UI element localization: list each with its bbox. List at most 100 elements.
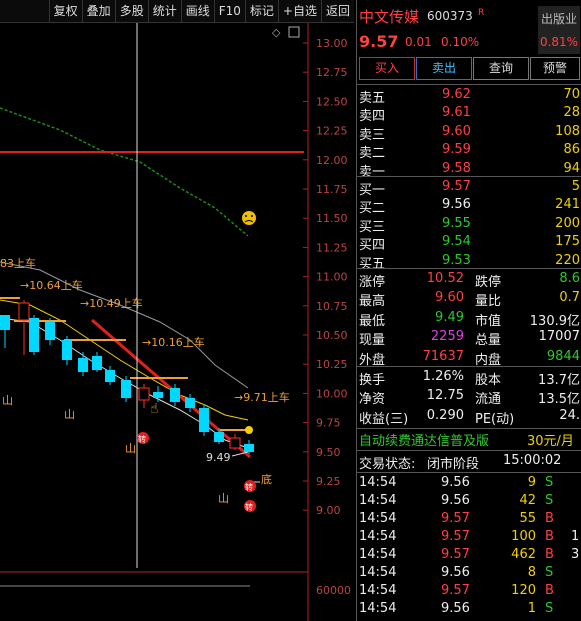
toolbar-draw-line[interactable]: 画线 [180,0,214,22]
level-volume: 70 [563,87,580,102]
tick-row: 14:54 9.56 9 S [357,475,581,493]
level-volume: 200 [555,215,580,231]
orderbook-row[interactable]: 买四 9.54 175 [357,234,581,254]
chart-toolbar: 复权 叠加 多股 统计 画线 F10 标记 +自选 返回 [0,0,354,23]
stat-key: 市值 [475,313,502,329]
level-price: 9.59 [442,142,471,158]
y-tick-label: 10.25 [316,358,348,371]
promo-price[interactable]: 30元/月 [527,430,574,449]
candle-body [138,387,150,401]
toolbar-add-watchlist[interactable]: +自选 [277,0,321,22]
toolbar-restore-rights[interactable]: 复权 [48,0,82,22]
stat-key: 涨停 [359,275,386,290]
tick-count: 3 [571,547,580,562]
toolbar-overlay[interactable]: 叠加 [81,0,115,22]
sell-button[interactable]: 卖出 [416,57,472,80]
divider [357,366,581,367]
stat-key: 外盘 [359,352,386,368]
y-tick-label: 12.00 [316,154,348,167]
toolbar-back[interactable]: 返回 [320,0,354,22]
stat-value: 13.7亿 [538,373,580,388]
stat-row: 现量 2259 总量 17007 [357,329,581,348]
orderbook-row[interactable]: 卖五 9.62 70 [357,87,581,106]
sad-face-icon [242,211,256,225]
stat-key: 收益(三) [359,411,409,427]
volume-axis-tick: 60000 [316,584,351,597]
y-tick-label: 11.25 [316,241,348,254]
stat-row: 换手 1.26% 股本 13.7亿 [357,369,581,388]
industry-box[interactable]: 出版业 0.81% [538,6,580,54]
stock-code: 600373 [427,9,473,23]
orderbook-row[interactable]: 买一 9.57 5 [357,179,581,198]
stat-key: 量比 [475,294,502,310]
level-volume: 28 [563,105,580,121]
toolbar-statistics[interactable]: 统计 [147,0,181,22]
level-volume: 220 [555,252,580,268]
level-label: 买一 [359,183,386,198]
level-price: 9.57 [442,179,471,194]
level-volume: 108 [555,123,580,139]
kline-chart[interactable]: ◇ 13.00 12.75 12.50 12.25 12.00 11.75 11.50 11.… [0,23,354,621]
level-label: 买二 [359,201,386,217]
tick-price: 9.56 [441,493,470,508]
tick-volume: 100 [511,529,536,544]
orderbook-row[interactable]: 卖四 9.61 28 [357,105,581,125]
level-label: 卖二 [359,146,386,162]
buy-button[interactable]: 买入 [359,57,415,80]
orderbook-row[interactable]: 买三 9.55 200 [357,215,581,235]
tick-time: 14:54 [359,601,397,616]
last-price: 9.57 [359,32,399,51]
tick-volume: 8 [527,565,536,580]
toolbar-multi-stock[interactable]: 多股 [114,0,148,22]
level-price: 9.54 [442,234,471,250]
entry-marker [245,426,253,434]
candle-body [105,370,115,382]
level-label: 买四 [359,238,386,254]
tick-price: 9.56 [441,601,470,616]
sad-face-eye-left [245,215,247,217]
query-button[interactable]: 查询 [473,57,529,80]
tick-price: 9.57 [441,583,470,598]
tick-side: B [545,529,554,544]
tick-time: 14:54 [359,475,397,490]
tick-volume: 120 [511,583,536,598]
tick-time: 14:54 [359,583,397,598]
candles [0,300,254,454]
divider [357,472,581,473]
tick-price: 9.57 [441,529,470,544]
level-price: 9.62 [442,87,471,102]
diamond-icon[interactable]: ◇ [272,26,281,39]
alert-button[interactable]: 预警 [530,57,580,80]
promo-text[interactable]: 自动续费通达信普及版 [359,430,489,449]
orderbook-row[interactable]: 卖二 9.59 86 [357,142,581,162]
level-label: 卖四 [359,109,386,125]
tick-time: 14:54 [359,529,397,544]
level-price: 9.55 [442,215,471,231]
expand-icon[interactable] [288,26,300,38]
tick-side: B [545,583,554,598]
divider [357,450,581,451]
toolbar-mark[interactable]: 标记 [244,0,278,22]
tick-side: S [545,565,554,580]
tick-count: 1 [571,529,580,544]
stat-key: 跌停 [475,275,502,290]
level-price: 9.56 [442,197,471,213]
divider [357,84,581,85]
entry-label-5: →9.71上车 [234,390,290,404]
y-tick-label: 11.00 [316,271,348,284]
bottom-label: 底 [261,472,272,486]
tick-row: 14:54 9.56 1 S [357,601,581,619]
level-price: 9.58 [442,160,471,176]
stat-key: 最高 [359,294,386,310]
stat-value: 0.7 [559,290,580,306]
limit-up-icon-2-text: 转 [245,482,253,492]
stat-key: 净资 [359,392,386,408]
level-price: 9.60 [442,123,471,139]
tick-side: S [545,601,554,616]
orderbook-row[interactable]: 卖三 9.60 108 [357,123,581,143]
tick-volume: 42 [519,493,536,508]
orderbook-row[interactable]: 买二 9.56 241 [357,197,581,217]
tick-side: B [545,511,554,526]
candle-body [62,340,72,360]
toolbar-f10[interactable]: F10 [213,0,245,22]
